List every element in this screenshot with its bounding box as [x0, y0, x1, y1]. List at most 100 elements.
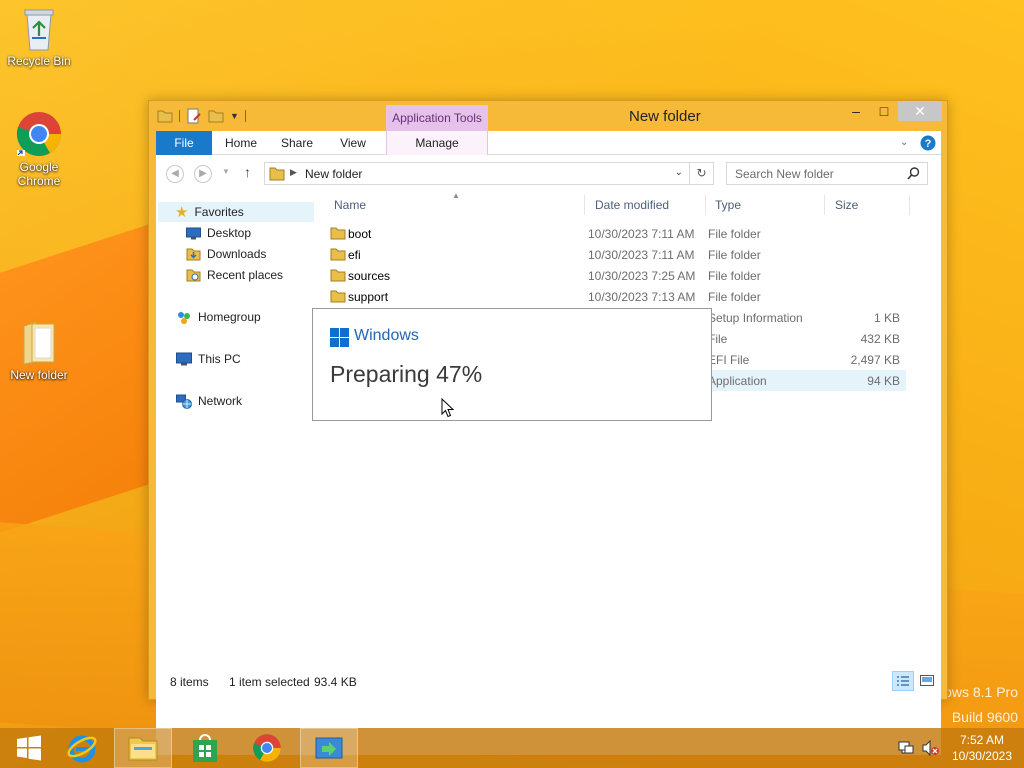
- file-name: support: [348, 290, 389, 304]
- file-name: efi: [348, 248, 361, 262]
- recent-places-icon: [186, 269, 201, 282]
- file-name: sources: [348, 269, 391, 283]
- column-header-type[interactable]: Type: [715, 198, 741, 212]
- column-divider[interactable]: [909, 195, 910, 215]
- file-type: EFI File: [708, 353, 750, 367]
- file-type: File folder: [708, 290, 761, 304]
- recent-locations-chevron-icon[interactable]: ▼: [222, 167, 230, 176]
- file-type: Application: [708, 374, 767, 388]
- quick-access-toolbar: ▼: [157, 108, 246, 124]
- volume-muted-icon[interactable]: [922, 740, 940, 756]
- column-header-size[interactable]: Size: [835, 198, 858, 212]
- column-divider[interactable]: [824, 195, 825, 215]
- file-type: Setup Information: [708, 311, 803, 325]
- status-bar: 8 items 1 item selected 93.4 KB: [156, 669, 941, 695]
- new-folder-icon[interactable]: [208, 109, 224, 123]
- file-row-folder[interactable]: efi 10/30/2023 7:11 AM File folder: [326, 244, 906, 265]
- navigation-bar: ◀ ▶ ▼ ↑ ▶ New folder ⌄ ↻: [156, 155, 941, 191]
- tab-view[interactable]: View: [328, 131, 378, 155]
- chevron-down-icon[interactable]: ⌄: [900, 137, 908, 148]
- network-tray-icon[interactable]: [898, 740, 914, 756]
- toolbar-divider: [179, 110, 180, 122]
- file-row-folder[interactable]: sources 10/30/2023 7:25 AM File folder: [326, 265, 906, 286]
- clock-time: 7:52 AM: [959, 733, 1004, 747]
- taskbar-store[interactable]: [176, 728, 234, 768]
- file-row-folder[interactable]: boot 10/30/2023 7:11 AM File folder: [326, 223, 906, 244]
- nav-item-desktop[interactable]: Desktop: [186, 223, 251, 243]
- file-date-modified: 10/30/2023 7:11 AM: [588, 248, 695, 262]
- maximize-button[interactable]: □: [870, 101, 898, 121]
- ribbon-tabs: File Home Share View Manage ⌄ ?: [156, 131, 941, 155]
- start-button[interactable]: [0, 728, 58, 768]
- file-name: boot: [348, 227, 372, 241]
- nav-item-network[interactable]: Network: [176, 391, 242, 411]
- search-box[interactable]: [726, 162, 928, 185]
- folder-icon: [23, 321, 55, 365]
- tab-home[interactable]: Home: [216, 131, 266, 155]
- address-dropdown-icon[interactable]: ⌄: [675, 167, 683, 178]
- star-icon: ★: [175, 204, 189, 221]
- system-clock[interactable]: 7:52 AM 10/30/2023: [952, 732, 1012, 764]
- folder-icon: [330, 269, 346, 282]
- taskbar-google-chrome[interactable]: [238, 728, 296, 768]
- file-type: File folder: [708, 269, 761, 283]
- back-button[interactable]: ◀: [166, 165, 184, 183]
- address-bar[interactable]: ▶ New folder ⌄: [264, 162, 690, 185]
- desktop-icon-label: Google Chrome: [17, 160, 61, 188]
- file-size: 94 KB: [867, 374, 900, 388]
- folder-icon[interactable]: [157, 109, 173, 123]
- help-icon[interactable]: ?: [920, 135, 936, 151]
- nav-item-this-pc[interactable]: This PC: [176, 349, 241, 369]
- desktop-icon-recycle-bin[interactable]: Recycle Bin: [1, 6, 77, 68]
- properties-icon[interactable]: [186, 108, 202, 124]
- downloads-folder-icon: [186, 248, 201, 261]
- nav-item-recent-places[interactable]: Recent places: [186, 265, 283, 285]
- window-titlebar[interactable]: ▼ Application Tools New folder – □ ✕: [149, 101, 947, 131]
- up-arrow-icon[interactable]: ↑: [244, 164, 251, 180]
- desktop-icon-google-chrome[interactable]: Google Chrome: [1, 110, 77, 188]
- windows-setup-icon: [315, 737, 343, 759]
- chrome-icon: [253, 734, 281, 762]
- nav-item-homegroup[interactable]: Homegroup: [176, 307, 261, 327]
- file-date-modified: 10/30/2023 7:25 AM: [588, 269, 696, 283]
- column-header-name[interactable]: Name: [334, 198, 366, 212]
- chevron-down-icon[interactable]: ▼: [230, 111, 239, 121]
- details-view-button[interactable]: [892, 671, 914, 691]
- minimize-button[interactable]: –: [842, 101, 870, 121]
- nav-item-label: Desktop: [207, 226, 252, 240]
- network-icon: [176, 394, 192, 409]
- large-icons-view-button[interactable]: [916, 671, 938, 691]
- breadcrumb[interactable]: New folder: [305, 167, 362, 181]
- column-header-date-modified[interactable]: Date modified: [595, 198, 669, 212]
- file-row-folder[interactable]: support 10/30/2023 7:13 AM File folder: [326, 286, 906, 307]
- selection-count: 1 item selected: [229, 675, 310, 689]
- mouse-cursor-icon: [441, 398, 454, 418]
- desktop-icon-new-folder[interactable]: New folder: [1, 318, 77, 382]
- search-input[interactable]: [735, 166, 905, 181]
- column-divider[interactable]: [584, 195, 585, 215]
- forward-button[interactable]: ▶: [194, 165, 212, 183]
- tab-file[interactable]: File: [156, 131, 212, 155]
- file-list: ▲ Name Date modified Type Size boot 10/3…: [326, 191, 941, 751]
- large-icons-view-icon: [920, 675, 934, 686]
- refresh-button[interactable]: ↻: [690, 162, 714, 185]
- file-size: 432 KB: [860, 332, 900, 346]
- taskbar-windows-setup[interactable]: [300, 728, 358, 768]
- tab-manage[interactable]: Manage: [386, 131, 488, 155]
- column-divider[interactable]: [705, 195, 706, 215]
- breadcrumb-separator-icon[interactable]: ▶: [290, 167, 297, 178]
- tab-share[interactable]: Share: [272, 131, 322, 155]
- search-icon[interactable]: [907, 167, 920, 180]
- folder-icon: [330, 248, 346, 261]
- taskbar-internet-explorer[interactable]: [53, 728, 111, 768]
- close-button[interactable]: ✕: [898, 101, 942, 121]
- windows-start-icon: [17, 735, 41, 761]
- nav-item-favorites[interactable]: ★ Favorites: [158, 202, 314, 222]
- window-title: New folder: [629, 108, 701, 125]
- taskbar-file-explorer[interactable]: [114, 728, 172, 768]
- nav-item-downloads[interactable]: Downloads: [186, 244, 266, 264]
- nav-item-label: Homegroup: [198, 310, 261, 324]
- item-count: 8 items: [170, 675, 209, 689]
- nav-item-label: Favorites: [194, 205, 244, 219]
- folder-icon: [330, 290, 346, 303]
